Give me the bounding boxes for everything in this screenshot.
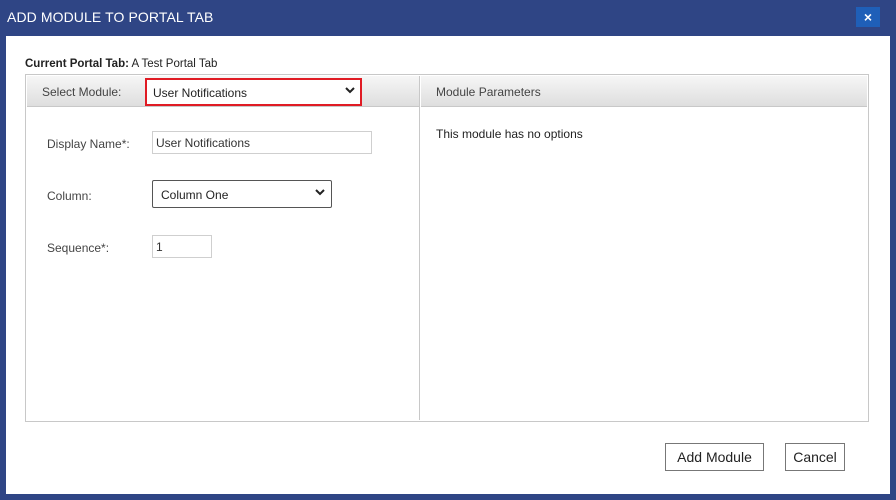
current-portal-tab: Current Portal Tab: A Test Portal Tab bbox=[25, 58, 217, 70]
dialog-body: Current Portal Tab: A Test Portal Tab Se… bbox=[6, 36, 890, 494]
no-options-message: This module has no options bbox=[436, 127, 583, 141]
column-value: Column One bbox=[161, 188, 229, 202]
display-name-label: Display Name*: bbox=[47, 137, 130, 151]
module-settings-panel: Select Module: User Notifications Displa… bbox=[27, 76, 420, 420]
column-select[interactable]: Column One bbox=[152, 180, 332, 208]
display-name-field[interactable]: User Notifications bbox=[152, 131, 372, 154]
dialog-title: ADD MODULE TO PORTAL TAB bbox=[7, 9, 214, 25]
dialog-titlebar: ADD MODULE TO PORTAL TAB × bbox=[0, 0, 896, 36]
module-parameters-panel: Module Parameters This module has no opt… bbox=[421, 76, 867, 420]
add-module-button[interactable]: Add Module bbox=[665, 443, 764, 471]
chevron-down-icon bbox=[314, 186, 326, 201]
module-parameters-header: Module Parameters bbox=[421, 76, 867, 107]
column-label: Column: bbox=[47, 189, 92, 203]
close-icon: × bbox=[863, 9, 873, 25]
chevron-down-icon bbox=[344, 84, 356, 99]
cancel-button[interactable]: Cancel bbox=[785, 443, 845, 471]
sequence-field[interactable]: 1 bbox=[152, 235, 212, 258]
module-form: Select Module: User Notifications Displa… bbox=[25, 74, 869, 422]
select-module-label: Select Module: bbox=[42, 85, 122, 99]
sequence-value: 1 bbox=[156, 240, 163, 254]
select-module-header: Select Module: User Notifications bbox=[27, 76, 419, 107]
add-module-dialog: ADD MODULE TO PORTAL TAB × Current Porta… bbox=[0, 0, 896, 500]
display-name-value: User Notifications bbox=[156, 136, 251, 150]
portal-label: Current Portal Tab: bbox=[25, 58, 129, 70]
select-module-dropdown[interactable]: User Notifications bbox=[145, 78, 362, 106]
select-module-value: User Notifications bbox=[153, 86, 248, 100]
close-button[interactable]: × bbox=[856, 7, 880, 27]
portal-value: A Test Portal Tab bbox=[131, 58, 218, 70]
sequence-label: Sequence*: bbox=[47, 241, 110, 255]
module-parameters-title: Module Parameters bbox=[436, 85, 541, 99]
